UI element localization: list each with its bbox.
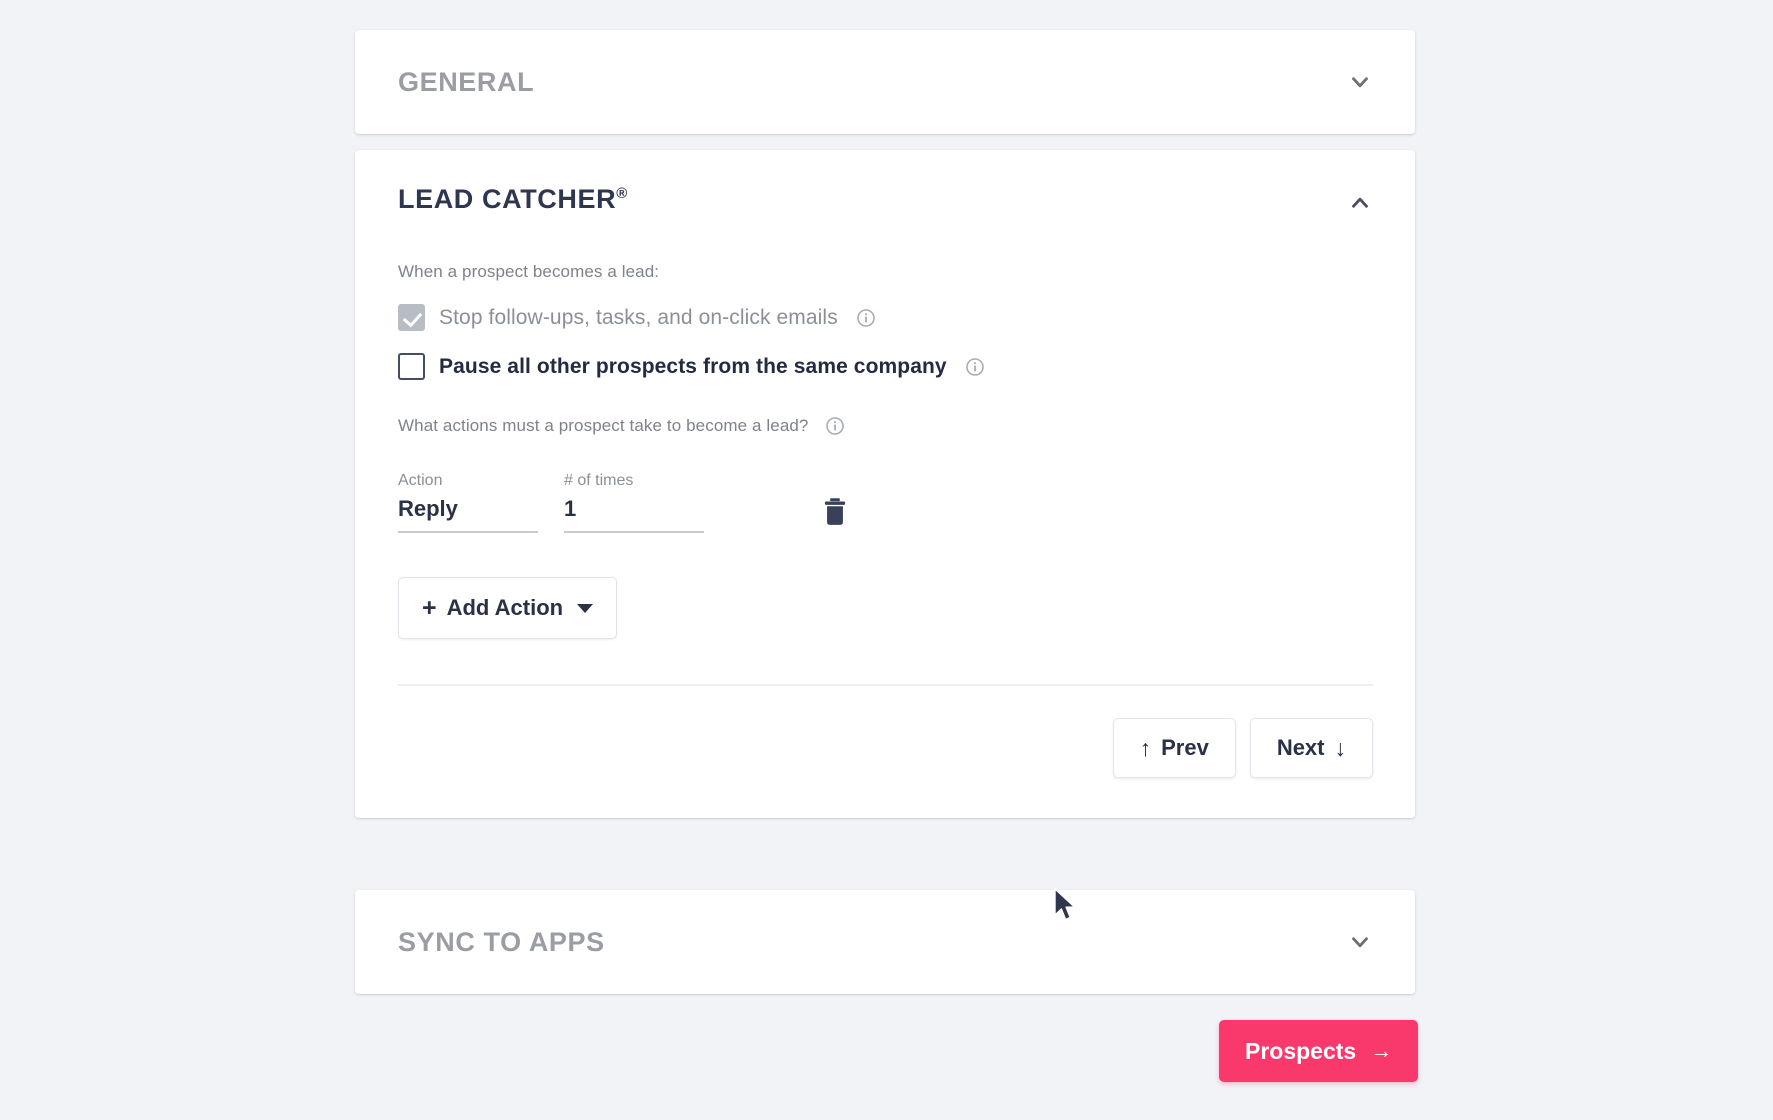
chevron-down-icon[interactable]: [1347, 929, 1373, 955]
registered-mark: ®: [616, 185, 628, 202]
section-lead-catcher-header[interactable]: LEAD CATCHER®: [355, 150, 1415, 262]
arrow-right-icon: →: [1370, 1038, 1393, 1063]
question-row-actions: What actions must a prospect take to bec…: [398, 416, 1373, 436]
action-table: Action # of times Reply 1: [398, 472, 1373, 533]
section-sync-to-apps-header[interactable]: SYNC TO APPS: [355, 890, 1415, 994]
section-sync-to-apps-title: SYNC TO APPS: [398, 926, 605, 957]
table-row: Reply 1: [398, 496, 1373, 533]
arrow-down-icon: ↓: [1334, 734, 1347, 761]
prompt-becomes-lead: When a prospect becomes a lead:: [398, 262, 660, 281]
add-action-label: Add Action: [446, 595, 564, 620]
checkbox-row-pause-company[interactable]: Pause all other prospects from the same …: [398, 353, 1373, 380]
checkbox-row-stop-followups[interactable]: Stop follow-ups, tasks, and on-click ema…: [398, 304, 1373, 331]
next-button[interactable]: Next ↓: [1249, 718, 1373, 778]
checkbox-stop-followups[interactable]: [398, 304, 425, 331]
section-sync-to-apps[interactable]: SYNC TO APPS: [355, 890, 1415, 994]
arrow-up-icon: ↑: [1139, 734, 1152, 761]
section-general-title: GENERAL: [398, 66, 535, 97]
section-lead-catcher-title: LEAD CATCHER®: [398, 184, 628, 215]
action-select[interactable]: Reply: [398, 496, 538, 533]
prospects-button[interactable]: Prospects →: [1219, 1020, 1419, 1082]
chevron-down-icon[interactable]: [1347, 69, 1373, 95]
next-button-label: Next: [1276, 735, 1325, 760]
plus-icon: +: [422, 593, 437, 622]
page-root: GENERAL LEAD CATCHER® When a prospect be…: [0, 0, 1773, 1120]
info-icon[interactable]: [856, 308, 876, 328]
action-table-header: Action # of times: [398, 472, 1373, 490]
info-icon[interactable]: [825, 416, 845, 436]
section-general-header[interactable]: GENERAL: [355, 30, 1415, 134]
times-input-value: 1: [564, 496, 577, 521]
checkbox-stop-followups-label: Stop follow-ups, tasks, and on-click ema…: [439, 305, 838, 329]
column-header-action: Action: [398, 472, 443, 489]
section-lead-catcher: LEAD CATCHER® When a prospect becomes a …: [355, 150, 1415, 818]
prev-button[interactable]: ↑ Prev: [1112, 718, 1236, 778]
checkbox-pause-company-label: Pause all other prospects from the same …: [439, 354, 947, 378]
checkbox-pause-company[interactable]: [398, 353, 425, 380]
trash-icon[interactable]: [822, 497, 848, 527]
add-action-button[interactable]: + Add Action: [398, 577, 618, 639]
section-general[interactable]: GENERAL: [355, 30, 1415, 134]
times-input[interactable]: 1: [564, 496, 704, 533]
prev-button-label: Prev: [1161, 735, 1209, 760]
nav-row: ↑ Prev Next ↓: [398, 686, 1373, 818]
section-lead-catcher-title-text: LEAD CATCHER: [398, 184, 617, 214]
chevron-up-icon[interactable]: [1347, 190, 1373, 216]
info-icon[interactable]: [965, 357, 985, 377]
action-select-value: Reply: [398, 496, 458, 521]
lead-catcher-body: When a prospect becomes a lead: Stop fol…: [355, 262, 1415, 818]
prospects-button-label: Prospects: [1245, 1037, 1357, 1064]
caret-down-icon: [577, 603, 594, 613]
column-header-times: # of times: [564, 472, 634, 489]
question-actions-label: What actions must a prospect take to bec…: [398, 416, 809, 435]
